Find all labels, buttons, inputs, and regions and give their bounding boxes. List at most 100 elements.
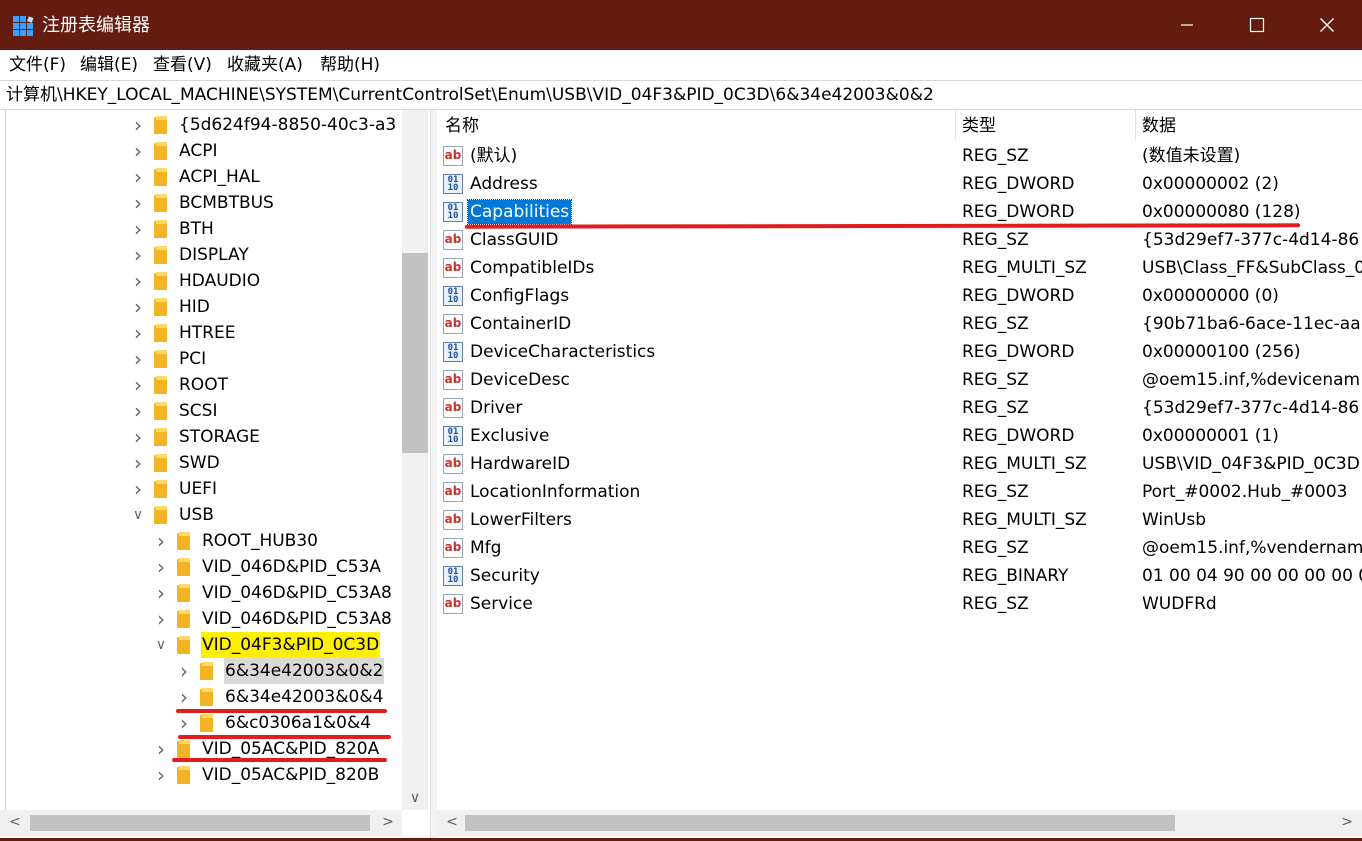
tree-item[interactable]: › HTREE (128, 320, 236, 346)
scroll-right-arrow-icon[interactable]: > (378, 814, 398, 830)
tree-item[interactable]: › BTH (128, 216, 215, 242)
tree-item[interactable]: › ROOT (128, 372, 229, 398)
value-name[interactable]: Mfg (468, 536, 503, 560)
chevron-right-icon[interactable]: › (151, 529, 171, 553)
chevron-right-icon[interactable]: › (128, 373, 148, 397)
chevron-right-icon[interactable]: › (174, 711, 194, 735)
tree-horizontal-scrollbar[interactable]: < > (0, 810, 402, 836)
tree-item-label[interactable]: HID (178, 294, 211, 320)
value-row[interactable]: ab ClassGUID REG_SZ {53d29ef7-377c-4d14-86 (437, 226, 1362, 254)
value-row[interactable]: ab Driver REG_SZ {53d29ef7-377c-4d14-86 (437, 394, 1362, 422)
tree-item-label[interactable]: HDAUDIO (178, 268, 261, 294)
values-horizontal-scroll-thumb[interactable] (465, 815, 1175, 831)
tree-item[interactable]: › VID_046D&PID_C53A8 (151, 580, 393, 606)
tree-item-label[interactable]: 6&34e42003&0&4 (224, 684, 384, 710)
chevron-right-icon[interactable]: › (128, 269, 148, 293)
chevron-right-icon[interactable]: › (128, 113, 148, 137)
value-name[interactable]: Capabilities (466, 199, 573, 225)
tree-item-label[interactable]: BCMBTBUS (178, 190, 275, 216)
tree-item[interactable]: › DISPLAY (128, 242, 250, 268)
tree-item[interactable]: › VID_046D&PID_C53A (151, 554, 382, 580)
tree-item-label[interactable]: VID_046D&PID_C53A (201, 554, 382, 580)
close-button[interactable] (1292, 0, 1362, 50)
menu-help[interactable]: 帮助(H) (320, 53, 380, 77)
tree-item[interactable]: › HID (128, 294, 211, 320)
chevron-right-icon[interactable]: › (128, 451, 148, 475)
tree-item[interactable]: › VID_046D&PID_C53A8 (151, 606, 393, 632)
value-row[interactable]: ab (默认) REG_SZ (数值未设置) (437, 142, 1362, 170)
value-name[interactable]: Exclusive (468, 424, 551, 448)
scroll-left-arrow-icon[interactable]: < (5, 814, 25, 830)
tree-item[interactable]: › ROOT_HUB30 (151, 528, 319, 554)
value-row[interactable]: ab Mfg REG_SZ @oem15.inf,%vendernam (437, 534, 1362, 562)
tree-item[interactable]: › {5d624f94-8850-40c3-a3 (128, 112, 397, 138)
value-row[interactable]: ab HardwareID REG_MULTI_SZ USB\VID_04F3&PID… (437, 450, 1362, 478)
tree-item-label[interactable]: 6&c0306a1&0&4 (224, 710, 372, 736)
tree-vertical-scroll-thumb[interactable] (402, 253, 428, 453)
value-name[interactable]: HardwareID (468, 452, 572, 476)
tree-item[interactable]: ∨ VID_04F3&PID_0C3D (151, 632, 381, 658)
value-name[interactable]: ConfigFlags (468, 284, 571, 308)
tree-horizontal-scroll-thumb[interactable] (30, 815, 370, 831)
tree-item-label[interactable]: {5d624f94-8850-40c3-a3 (178, 112, 397, 138)
values-horizontal-scrollbar[interactable]: < > (437, 810, 1362, 836)
value-name[interactable]: ContainerID (468, 312, 573, 336)
tree-item-label[interactable]: BTH (178, 216, 215, 242)
chevron-right-icon[interactable]: › (128, 399, 148, 423)
tree-item[interactable]: › 6&34e42003&0&2 (174, 658, 385, 684)
tree-item[interactable]: › STORAGE (128, 424, 261, 450)
tree-item-label[interactable]: DISPLAY (178, 242, 250, 268)
value-name[interactable]: LocationInformation (468, 480, 642, 504)
value-row[interactable]: ab DeviceDesc REG_SZ @oem15.inf,%devicenam (437, 366, 1362, 394)
tree-vertical-scrollbar[interactable] (402, 110, 428, 810)
scroll-down-arrow-icon[interactable]: ∨ (402, 787, 428, 810)
column-divider[interactable] (955, 110, 956, 140)
tree-item[interactable]: › SWD (128, 450, 221, 476)
chevron-right-icon[interactable]: › (128, 321, 148, 345)
address-bar[interactable]: 计算机\HKEY_LOCAL_MACHINE\SYSTEM\CurrentCon… (0, 80, 1362, 110)
chevron-right-icon[interactable]: › (128, 477, 148, 501)
value-name[interactable]: ClassGUID (468, 228, 560, 252)
chevron-right-icon[interactable]: › (174, 685, 194, 709)
chevron-right-icon[interactable]: › (151, 607, 171, 631)
value-name[interactable]: Security (468, 564, 542, 588)
tree-item-label[interactable]: ROOT_HUB30 (201, 528, 319, 554)
tree-item-label[interactable]: SCSI (178, 398, 218, 424)
chevron-down-icon[interactable]: ∨ (151, 637, 171, 653)
value-row[interactable]: ab CompatibleIDs REG_MULTI_SZ USB\Class_FF&… (437, 254, 1362, 282)
chevron-right-icon[interactable]: › (128, 243, 148, 267)
chevron-right-icon[interactable]: › (151, 555, 171, 579)
chevron-down-icon[interactable]: ∨ (128, 507, 148, 523)
tree-item[interactable]: › SCSI (128, 398, 218, 424)
tree-item[interactable]: › BCMBTBUS (128, 190, 275, 216)
value-name[interactable]: Driver (468, 396, 524, 420)
value-name[interactable]: Address (468, 172, 540, 196)
value-row[interactable]: 01 10 Capabilities REG_DWORD 0x00000080 (128… (437, 198, 1362, 226)
value-name[interactable]: DeviceDesc (468, 368, 572, 392)
chevron-right-icon[interactable]: › (128, 347, 148, 371)
tree-item-label[interactable]: VID_046D&PID_C53A8 (201, 580, 393, 606)
value-row[interactable]: 01 10 Address REG_DWORD 0x00000002 (2) (437, 170, 1362, 198)
tree-item-label[interactable]: SWD (178, 450, 221, 476)
tree-item[interactable]: ∨ USB (128, 502, 215, 528)
tree-item[interactable]: › PCI (128, 346, 207, 372)
tree-item-label[interactable]: PCI (178, 346, 207, 372)
value-row[interactable]: 01 10 ConfigFlags REG_DWORD 0x00000000 (0) (437, 282, 1362, 310)
minimize-button[interactable] (1152, 0, 1222, 50)
tree-item[interactable]: › ACPI (128, 138, 218, 164)
value-row[interactable]: 01 10 Security REG_BINARY 01 00 04 90 00 00 … (437, 562, 1362, 590)
chevron-right-icon[interactable]: › (151, 737, 171, 761)
tree-item-label[interactable]: STORAGE (178, 424, 261, 450)
chevron-right-icon[interactable]: › (128, 295, 148, 319)
chevron-right-icon[interactable]: › (128, 139, 148, 163)
scroll-right-arrow-icon[interactable]: > (1337, 814, 1357, 830)
menu-file[interactable]: 文件(F) (9, 53, 66, 77)
chevron-right-icon[interactable]: › (174, 659, 194, 683)
tree-item-label[interactable]: VID_046D&PID_C53A8 (201, 606, 393, 632)
address-path[interactable]: 计算机\HKEY_LOCAL_MACHINE\SYSTEM\CurrentCon… (6, 83, 934, 107)
value-row[interactable]: 01 10 Exclusive REG_DWORD 0x00000001 (1) (437, 422, 1362, 450)
chevron-right-icon[interactable]: › (128, 217, 148, 241)
value-row[interactable]: 01 10 DeviceCharacteristics REG_DWORD 0x0000… (437, 338, 1362, 366)
tree-item[interactable]: › ACPI_HAL (128, 164, 261, 190)
column-header-name[interactable]: 名称 (445, 114, 479, 138)
